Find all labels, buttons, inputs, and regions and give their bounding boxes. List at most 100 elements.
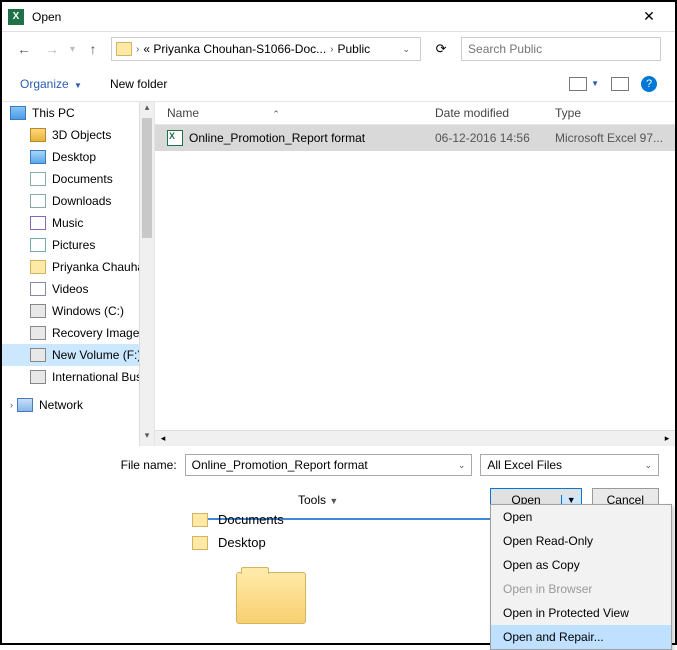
music-icon <box>30 216 46 230</box>
tree-item-3d-objects[interactable]: 3D Objects <box>2 124 154 146</box>
file-name: Online_Promotion_Report format <box>189 131 365 145</box>
preview-pane-button[interactable] <box>611 77 629 91</box>
nav-history-dropdown-icon[interactable]: ▾ <box>70 44 75 55</box>
scroll-down-icon[interactable]: ▾ <box>140 430 154 446</box>
tree-item-international[interactable]: International Bus <box>2 366 154 388</box>
back-arrow-icon[interactable]: ← <box>14 41 34 57</box>
filename-value: Online_Promotion_Report format <box>192 458 368 472</box>
file-type-filter[interactable]: All Excel Files ⌄ <box>480 454 659 476</box>
tree-scrollbar[interactable]: ▴ ▾ <box>139 102 154 446</box>
horizontal-scrollbar[interactable]: ◂ ▸ <box>155 430 675 446</box>
pictures-icon <box>30 238 46 252</box>
tree-item-desktop[interactable]: Desktop <box>2 146 154 168</box>
large-folder-icon[interactable] <box>236 572 306 624</box>
cube-icon <box>30 128 46 142</box>
network-icon <box>17 398 33 412</box>
folder-icon <box>30 260 46 274</box>
tree-item-videos[interactable]: Videos <box>2 278 154 300</box>
tree-item-music[interactable]: Music <box>2 212 154 234</box>
search-input[interactable] <box>461 37 661 61</box>
address-bar[interactable]: › « Priyanka Chouhan-S1066-Doc... › Publ… <box>111 37 421 61</box>
tree-label: 3D Objects <box>52 128 111 142</box>
excel-app-icon: X <box>8 9 24 25</box>
scroll-up-icon[interactable]: ▴ <box>140 102 154 118</box>
menu-item-open-protected[interactable]: Open in Protected View <box>491 601 671 625</box>
tree-item-drive-f[interactable]: New Volume (F:) <box>2 344 154 366</box>
filter-value: All Excel Files <box>487 458 562 472</box>
scroll-left-icon[interactable]: ◂ <box>155 433 171 444</box>
tree-label: Network <box>39 398 83 412</box>
drive-icon <box>30 348 46 362</box>
folder-label: Desktop <box>218 535 266 550</box>
chevron-down-icon[interactable]: ⌄ <box>458 460 466 471</box>
tree-network[interactable]: ›Network <box>2 394 154 416</box>
sort-indicator-icon: ⌃ <box>272 109 280 119</box>
help-icon[interactable]: ? <box>641 76 657 92</box>
folder-icon <box>116 42 132 56</box>
drive-icon <box>30 370 46 384</box>
forward-arrow-icon: → <box>42 41 62 57</box>
scroll-thumb[interactable] <box>142 118 152 238</box>
chevron-right-icon[interactable]: › <box>330 44 333 55</box>
column-header-date[interactable]: Date modified <box>435 106 555 120</box>
tree-label: Documents <box>52 172 113 186</box>
view-options-button[interactable]: ▼ <box>569 77 599 91</box>
excel-file-icon <box>167 130 183 146</box>
folder-icon <box>192 513 208 527</box>
file-row[interactable]: Online_Promotion_Report format 06-12-201… <box>155 125 675 151</box>
filename-input[interactable]: Online_Promotion_Report format ⌄ <box>185 454 473 476</box>
pc-icon <box>10 106 26 120</box>
menu-item-open-readonly[interactable]: Open Read-Only <box>491 529 671 553</box>
organize-button[interactable]: Organize ▼ <box>20 77 82 91</box>
chevron-down-icon[interactable]: ⌄ <box>644 460 652 471</box>
tree-label: Priyanka Chauha <box>52 260 144 274</box>
chevron-down-icon: ▼ <box>591 79 599 88</box>
tree-label: This PC <box>32 106 75 120</box>
folder-icon <box>192 536 208 550</box>
menu-item-open-repair[interactable]: Open and Repair... <box>491 625 671 649</box>
breadcrumb-segment[interactable]: « Priyanka Chouhan-S1066-Doc... <box>143 42 326 56</box>
drive-icon <box>30 326 46 340</box>
tree-label: International Bus <box>52 370 142 384</box>
window-title: Open <box>32 10 629 24</box>
tree-item-pictures[interactable]: Pictures <box>2 234 154 256</box>
address-dropdown-icon[interactable]: ⌄ <box>396 44 416 55</box>
column-header-name[interactable]: Name ⌃ <box>155 106 435 120</box>
menu-item-open[interactable]: Open <box>491 505 671 529</box>
tree-item-recovery[interactable]: Recovery Image <box>2 322 154 344</box>
tree-item-priyanka[interactable]: Priyanka Chauha <box>2 256 154 278</box>
refresh-icon[interactable]: ⟳ <box>429 41 453 57</box>
chevron-down-icon: ▼ <box>74 81 82 90</box>
tree-item-documents[interactable]: Documents <box>2 168 154 190</box>
menu-item-open-browser: Open in Browser <box>491 577 671 601</box>
up-arrow-icon[interactable]: ↑ <box>83 41 103 57</box>
folder-label: Documents <box>218 512 284 527</box>
column-header-type[interactable]: Type <box>555 106 675 120</box>
tree-label: Desktop <box>52 150 96 164</box>
chevron-right-icon: › <box>136 44 139 55</box>
new-folder-button[interactable]: New folder <box>110 77 167 91</box>
column-label: Name <box>167 106 199 120</box>
tree-this-pc[interactable]: This PC <box>2 102 154 124</box>
close-icon[interactable]: ✕ <box>629 8 669 25</box>
downloads-icon <box>30 194 46 208</box>
tree-item-drive-c[interactable]: Windows (C:) <box>2 300 154 322</box>
tree-label: Downloads <box>52 194 111 208</box>
file-list: Name ⌃ Date modified Type Online_Promoti… <box>154 102 675 446</box>
desktop-icon <box>30 150 46 164</box>
tools-button[interactable]: Tools ▼ <box>298 493 338 507</box>
tree-label: Recovery Image <box>52 326 139 340</box>
list-item[interactable]: Desktop <box>192 531 306 554</box>
column-headers: Name ⌃ Date modified Type <box>155 102 675 125</box>
documents-icon <box>30 172 46 186</box>
tree-label: Music <box>52 216 83 230</box>
navigation-bar: ← → ▾ ↑ › « Priyanka Chouhan-S1066-Doc..… <box>2 32 675 66</box>
scroll-right-icon[interactable]: ▸ <box>659 433 675 444</box>
chevron-down-icon: ▼ <box>329 496 338 506</box>
open-dropdown-menu: Open Open Read-Only Open as Copy Open in… <box>490 504 672 650</box>
tools-label: Tools <box>298 493 326 507</box>
tree-item-downloads[interactable]: Downloads <box>2 190 154 212</box>
menu-item-open-copy[interactable]: Open as Copy <box>491 553 671 577</box>
list-item[interactable]: Documents <box>192 508 306 531</box>
breadcrumb-segment[interactable]: Public <box>338 42 371 56</box>
